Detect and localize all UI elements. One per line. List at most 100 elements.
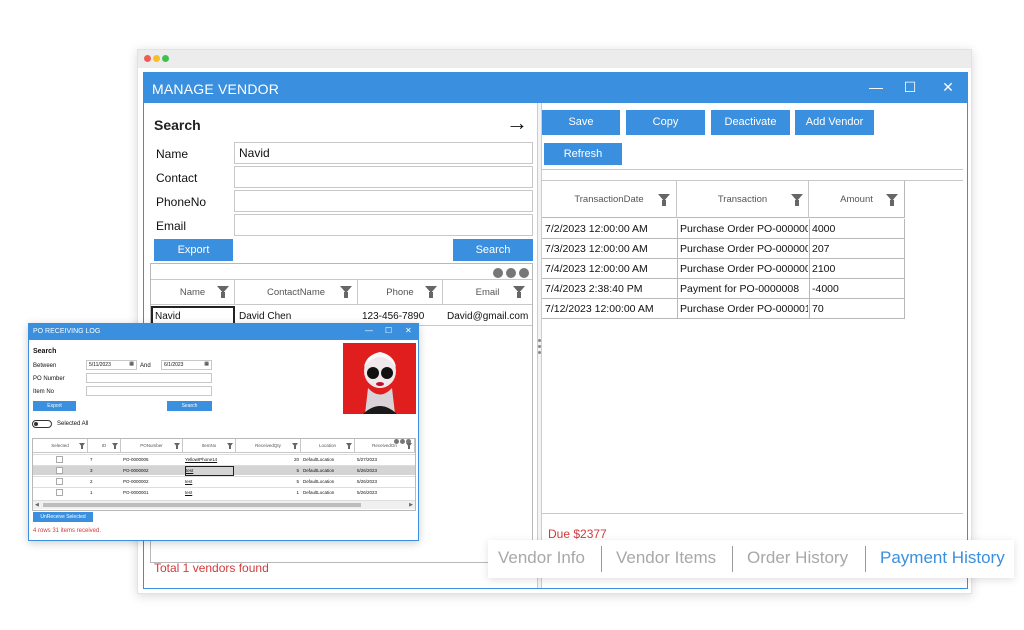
cell-ponumber: PO-0000002 — [123, 479, 149, 484]
filter-icon[interactable] — [340, 286, 352, 298]
filter-icon[interactable] — [217, 286, 229, 298]
col-label: ID — [101, 443, 107, 448]
scroll-right-icon[interactable]: ▶ — [409, 502, 413, 508]
deactivate-button[interactable]: Deactivate — [711, 110, 790, 135]
save-button[interactable]: Save — [542, 110, 620, 135]
item-no-field[interactable] — [86, 386, 212, 396]
cell-location: DefaultLocation — [303, 479, 335, 484]
filter-icon[interactable] — [425, 286, 437, 298]
popup-export-button[interactable]: Export — [33, 401, 76, 411]
filter-icon[interactable] — [112, 443, 118, 449]
row-checkbox[interactable] — [56, 478, 63, 485]
calendar-icon[interactable]: ▦ — [204, 361, 209, 367]
cell-itemno[interactable]: test — [185, 479, 234, 484]
copy-button[interactable]: Copy — [626, 110, 705, 135]
cell-date: 7/4/2023 2:38:40 PM — [545, 283, 643, 295]
row-checkbox[interactable] — [56, 467, 63, 474]
maximize-icon[interactable]: ☐ — [385, 326, 392, 335]
cell-receivedon: 5/26/2023 — [357, 479, 378, 484]
table-row[interactable]: 2 PO-0000002 test 5 DefaultLocation 5/26/2023 — [33, 476, 415, 486]
col-label: Location — [318, 443, 336, 448]
cell-itemno[interactable]: test — [185, 466, 234, 476]
tab-vendor-info[interactable]: Vendor Info — [498, 548, 585, 568]
filter-icon[interactable] — [174, 443, 180, 449]
add-vendor-button[interactable]: Add Vendor — [795, 110, 874, 135]
filter-icon[interactable] — [406, 443, 412, 449]
po-number-field[interactable] — [86, 373, 212, 383]
row-checkbox[interactable] — [56, 456, 63, 463]
filter-icon[interactable] — [886, 194, 898, 206]
tab-vendor-items[interactable]: Vendor Items — [616, 548, 716, 568]
cell-location: DefaultLocation — [303, 457, 335, 462]
search-button[interactable]: Search — [453, 239, 533, 261]
cell-transaction: Purchase Order PO-000000 — [680, 223, 808, 235]
arrow-right-icon[interactable]: → — [506, 110, 528, 136]
filter-icon[interactable] — [346, 443, 352, 449]
tab-order-history[interactable]: Order History — [747, 548, 848, 568]
horizontal-scrollbar[interactable]: ◀ ▶ — [33, 500, 415, 509]
payment-grid: TransactionDate Transaction Amount 7/2/2… — [542, 180, 963, 319]
filter-icon[interactable] — [79, 443, 85, 449]
row-checkbox[interactable] — [56, 489, 63, 496]
refresh-button[interactable]: Refresh — [544, 143, 622, 165]
cell-date: 7/3/2023 12:00:00 AM — [545, 243, 648, 255]
close-icon[interactable]: ✕ — [405, 326, 412, 335]
table-row[interactable]: 7/4/2023 2:38:40 PM Payment for PO-000000… — [542, 279, 905, 299]
selected-all-toggle[interactable] — [32, 420, 52, 428]
name-label: Name — [156, 147, 189, 161]
filter-icon[interactable] — [227, 443, 233, 449]
calendar-icon[interactable]: ▦ — [129, 361, 134, 367]
filter-icon[interactable] — [513, 286, 525, 298]
po-number-label: PO Number — [33, 376, 65, 382]
window-title: MANAGE VENDOR — [152, 81, 280, 97]
email-field[interactable] — [234, 214, 533, 236]
cell-phone: 123-456-7890 — [362, 311, 425, 322]
table-row[interactable]: 3 PO-0000002 test 5 DefaultLocation 5/26/2023 — [33, 465, 415, 476]
unreceive-selected-button[interactable]: UnReceive Selected — [33, 512, 93, 522]
close-dot-icon[interactable] — [144, 55, 151, 62]
export-button[interactable]: Export — [154, 239, 233, 261]
minimize-icon[interactable]: — — [365, 326, 373, 335]
col-label: PONumber — [140, 443, 163, 448]
phone-field[interactable] — [234, 190, 533, 212]
filter-icon[interactable] — [791, 194, 803, 206]
browser-title-bar — [138, 50, 971, 68]
cell-amount: 4000 — [812, 223, 836, 235]
scroll-left-icon[interactable]: ◀ — [35, 502, 39, 508]
col-transaction[interactable]: Transaction — [677, 181, 809, 218]
table-row[interactable]: 7/2/2023 12:00:00 AM Purchase Order PO-00… — [542, 219, 905, 239]
product-image — [343, 343, 416, 414]
tab-payment-history[interactable]: Payment History — [880, 548, 1005, 568]
col-transactiondate[interactable]: TransactionDate — [542, 181, 677, 218]
email-label: Email — [156, 219, 187, 233]
table-row[interactable]: 7 PO-0000005 YellowIPhone14 20 DefaultLocati… — [33, 454, 415, 464]
filter-icon[interactable] — [658, 194, 670, 206]
maximize-dot-icon[interactable] — [162, 55, 169, 62]
maximize-icon[interactable]: ☐ — [900, 79, 920, 96]
minimize-dot-icon[interactable] — [153, 55, 160, 62]
from-date-field[interactable]: 5/11/2023 ▦ — [86, 360, 137, 370]
cell-itemno[interactable]: YellowIPhone14 — [185, 457, 234, 462]
table-row[interactable]: 7/4/2023 12:00:00 AM Purchase Order PO-00… — [542, 259, 905, 279]
cell-date: 7/2/2023 12:00:00 AM — [545, 223, 648, 235]
cell-email: David@gmail.com — [447, 311, 529, 322]
table-row[interactable]: 1 PO-0000001 test 1 DefaultLocation 5/26/2023 — [33, 487, 415, 497]
cell-itemno[interactable]: test — [185, 490, 234, 495]
col-label: Selected — [51, 443, 69, 448]
contact-field[interactable] — [234, 166, 533, 188]
filter-icon[interactable] — [292, 443, 298, 449]
cell-transaction: Purchase Order PO-000000 — [680, 263, 808, 275]
to-date-field[interactable]: 6/1/2023 ▦ — [161, 360, 212, 370]
col-name-label: Name — [179, 287, 206, 298]
table-row[interactable]: 7/3/2023 12:00:00 AM Purchase Order PO-00… — [542, 239, 905, 259]
name-field[interactable]: Navid — [234, 142, 533, 164]
popup-search-button[interactable]: Search — [167, 401, 212, 411]
scroll-thumb[interactable] — [43, 503, 361, 507]
minimize-icon[interactable]: — — [866, 79, 886, 95]
window-title-bar: MANAGE VENDOR — ☐ ✕ — [144, 73, 967, 103]
close-icon[interactable]: ✕ — [938, 79, 958, 96]
col-contactname-label: ContactName — [266, 287, 326, 298]
cell-id: 2 — [90, 479, 93, 484]
due-amount-text: Due $2377 — [548, 527, 607, 541]
table-row[interactable]: 7/12/2023 12:00:00 AM Purchase Order PO-0… — [542, 299, 905, 319]
